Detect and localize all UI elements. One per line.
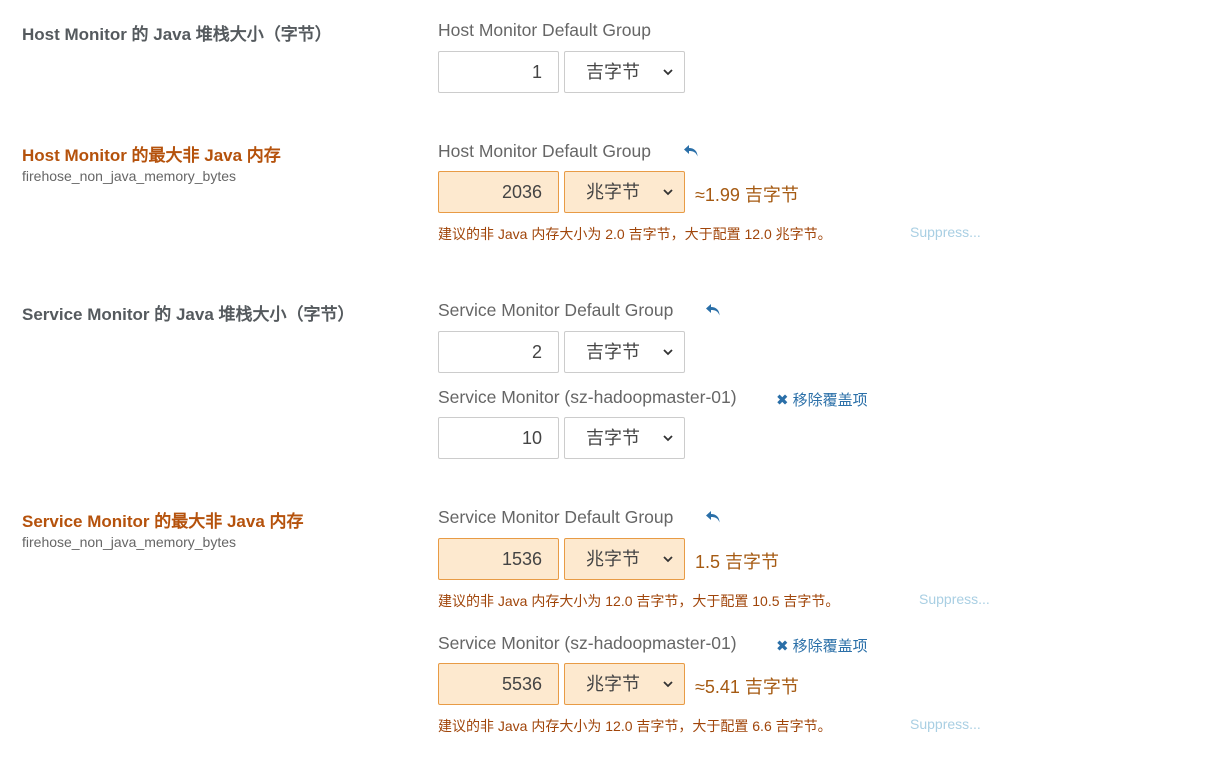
undo-arrow-icon[interactable] xyxy=(704,301,726,323)
setting-title-service-monitor-java-heap: Service Monitor 的 Java 堆栈大小（字节） xyxy=(22,305,355,324)
approx-value: 1.5 吉字节 xyxy=(695,552,780,572)
remove-override-link[interactable]: ✖ 移除覆盖项 xyxy=(776,389,868,410)
chevron-down-icon xyxy=(663,681,673,688)
close-x-icon: ✖ xyxy=(776,638,789,655)
service-monitor-java-heap-override-value-input[interactable]: 10 xyxy=(438,417,559,459)
chevron-down-icon xyxy=(663,556,673,563)
setting-key-name: firehose_non_java_memory_bytes xyxy=(22,534,237,550)
chevron-down-icon xyxy=(663,69,673,76)
group-label-service-monitor-default: Service Monitor Default Group xyxy=(438,300,674,320)
unit-select-label: 兆字节 xyxy=(586,182,640,202)
group-label-service-monitor-default: Service Monitor Default Group xyxy=(438,507,674,527)
service-monitor-java-heap-override-unit-select[interactable]: 吉字节 xyxy=(564,417,685,459)
host-monitor-non-java-memory-unit-select[interactable]: 兆字节 xyxy=(564,171,685,213)
remove-override-label: 移除覆盖项 xyxy=(792,638,868,655)
host-monitor-non-java-memory-value-input[interactable]: 2036 xyxy=(438,171,559,213)
undo-arrow-icon[interactable] xyxy=(704,508,726,530)
approx-value: ≈5.41 吉字节 xyxy=(695,677,799,697)
group-label-host-monitor-default: Host Monitor Default Group xyxy=(438,141,652,161)
advice-message: 建议的非 Java 内存大小为 12.0 吉字节，大于配置 6.6 吉字节。 xyxy=(438,718,832,734)
unit-select-label: 吉字节 xyxy=(586,342,640,362)
advice-message: 建议的非 Java 内存大小为 12.0 吉字节，大于配置 10.5 吉字节。 xyxy=(438,593,840,609)
remove-override-link[interactable]: ✖ 移除覆盖项 xyxy=(776,635,868,656)
chevron-down-icon xyxy=(663,349,673,356)
service-monitor-non-java-memory-override-unit-select[interactable]: 兆字节 xyxy=(564,663,685,705)
override-label-service-monitor-host: Service Monitor (sz-hadoopmaster-01) xyxy=(438,633,737,653)
service-monitor-non-java-memory-unit-select[interactable]: 兆字节 xyxy=(564,538,685,580)
suppress-link[interactable]: Suppress... xyxy=(910,224,981,240)
advice-message: 建议的非 Java 内存大小为 2.0 吉字节，大于配置 12.0 兆字节。 xyxy=(438,226,832,242)
unit-select-label: 吉字节 xyxy=(586,428,640,448)
undo-arrow-icon[interactable] xyxy=(682,142,704,164)
override-label-service-monitor-host: Service Monitor (sz-hadoopmaster-01) xyxy=(438,387,737,407)
approx-value: ≈1.99 吉字节 xyxy=(695,185,799,205)
setting-title-service-monitor-non-java-memory: Service Monitor 的最大非 Java 内存 xyxy=(22,512,304,531)
setting-title-host-monitor-java-heap: Host Monitor 的 Java 堆栈大小（字节） xyxy=(22,25,332,44)
chevron-down-icon xyxy=(663,435,673,442)
host-monitor-java-heap-unit-select[interactable]: 吉字节 xyxy=(564,51,685,93)
service-monitor-java-heap-value-input[interactable]: 2 xyxy=(438,331,559,373)
chevron-down-icon xyxy=(663,189,673,196)
unit-select-label: 兆字节 xyxy=(586,549,640,569)
service-monitor-java-heap-unit-select[interactable]: 吉字节 xyxy=(564,331,685,373)
remove-override-label: 移除覆盖项 xyxy=(792,392,868,409)
service-monitor-non-java-memory-value-input[interactable]: 1536 xyxy=(438,538,559,580)
suppress-link[interactable]: Suppress... xyxy=(919,591,990,607)
host-monitor-java-heap-value-input[interactable]: 1 xyxy=(438,51,559,93)
setting-title-host-monitor-non-java-memory: Host Monitor 的最大非 Java 内存 xyxy=(22,146,281,165)
unit-select-label: 吉字节 xyxy=(586,62,640,82)
suppress-link[interactable]: Suppress... xyxy=(910,716,981,732)
group-label-host-monitor-default: Host Monitor Default Group xyxy=(438,20,652,40)
close-x-icon: ✖ xyxy=(776,392,789,409)
service-monitor-non-java-memory-override-value-input[interactable]: 5536 xyxy=(438,663,559,705)
unit-select-label: 兆字节 xyxy=(586,674,640,694)
setting-key-name: firehose_non_java_memory_bytes xyxy=(22,168,237,184)
